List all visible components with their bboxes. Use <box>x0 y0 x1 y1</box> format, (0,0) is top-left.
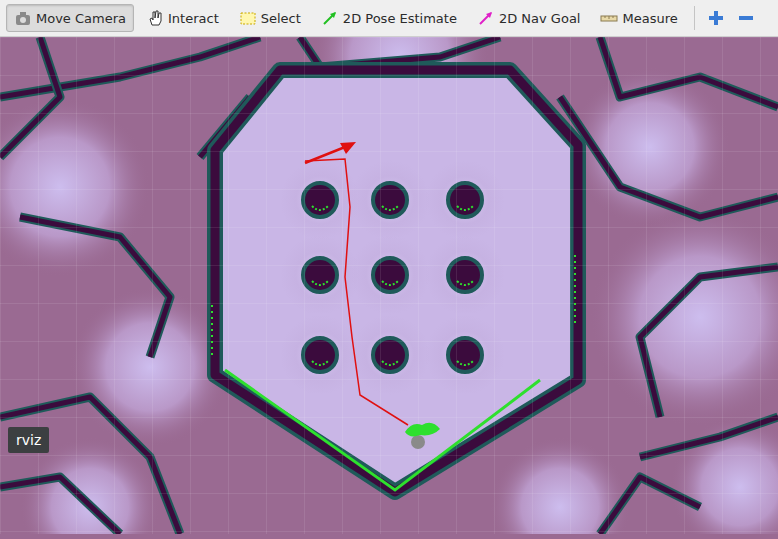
select-icon <box>239 9 257 27</box>
grid <box>0 37 778 534</box>
laser-scan <box>211 305 213 355</box>
map-background <box>0 37 778 534</box>
tool-label: Measure <box>622 11 677 26</box>
tool-button[interactable]: Interact <box>138 4 227 32</box>
laser-scan <box>574 255 576 325</box>
pose-arrow-icon <box>321 9 339 27</box>
tool-button[interactable]: Move Camera <box>6 4 134 32</box>
hand-icon <box>146 9 164 27</box>
tool-button[interactable]: 2D Nav Goal <box>469 4 589 32</box>
tool-bar: Move Camera Interact Select 2D Pose Estimat… <box>0 0 778 37</box>
camera-icon <box>14 9 32 27</box>
laser-scan <box>225 370 540 490</box>
tool-button[interactable]: Measure <box>592 4 685 32</box>
zoom-button[interactable] <box>733 7 759 29</box>
tool-label: 2D Nav Goal <box>499 11 581 26</box>
tool-label: Select <box>261 11 301 26</box>
separator <box>694 6 695 30</box>
robot <box>411 435 425 449</box>
zoom-button[interactable] <box>703 7 729 29</box>
goal-arrow <box>305 147 345 163</box>
costmap-canvas[interactable] <box>0 37 778 534</box>
rviz-window: Move Camera Interact Select 2D Pose Estimat… <box>0 0 778 539</box>
tool-button[interactable]: Select <box>231 4 309 32</box>
minus-icon <box>737 9 755 27</box>
ruler-icon <box>600 9 618 27</box>
robot-footprint <box>405 423 440 437</box>
tool-label: 2D Pose Estimate <box>343 11 457 26</box>
tool-button[interactable]: 2D Pose Estimate <box>313 4 465 32</box>
map-view[interactable]: rviz <box>0 37 778 539</box>
tool-label: Move Camera <box>36 11 126 26</box>
planned-path <box>305 159 408 425</box>
goal-arrow <box>340 142 356 154</box>
tooltip: rviz <box>8 427 49 453</box>
tool-label: Interact <box>168 11 219 26</box>
goal-arrow-icon <box>477 9 495 27</box>
plus-icon <box>707 9 725 27</box>
